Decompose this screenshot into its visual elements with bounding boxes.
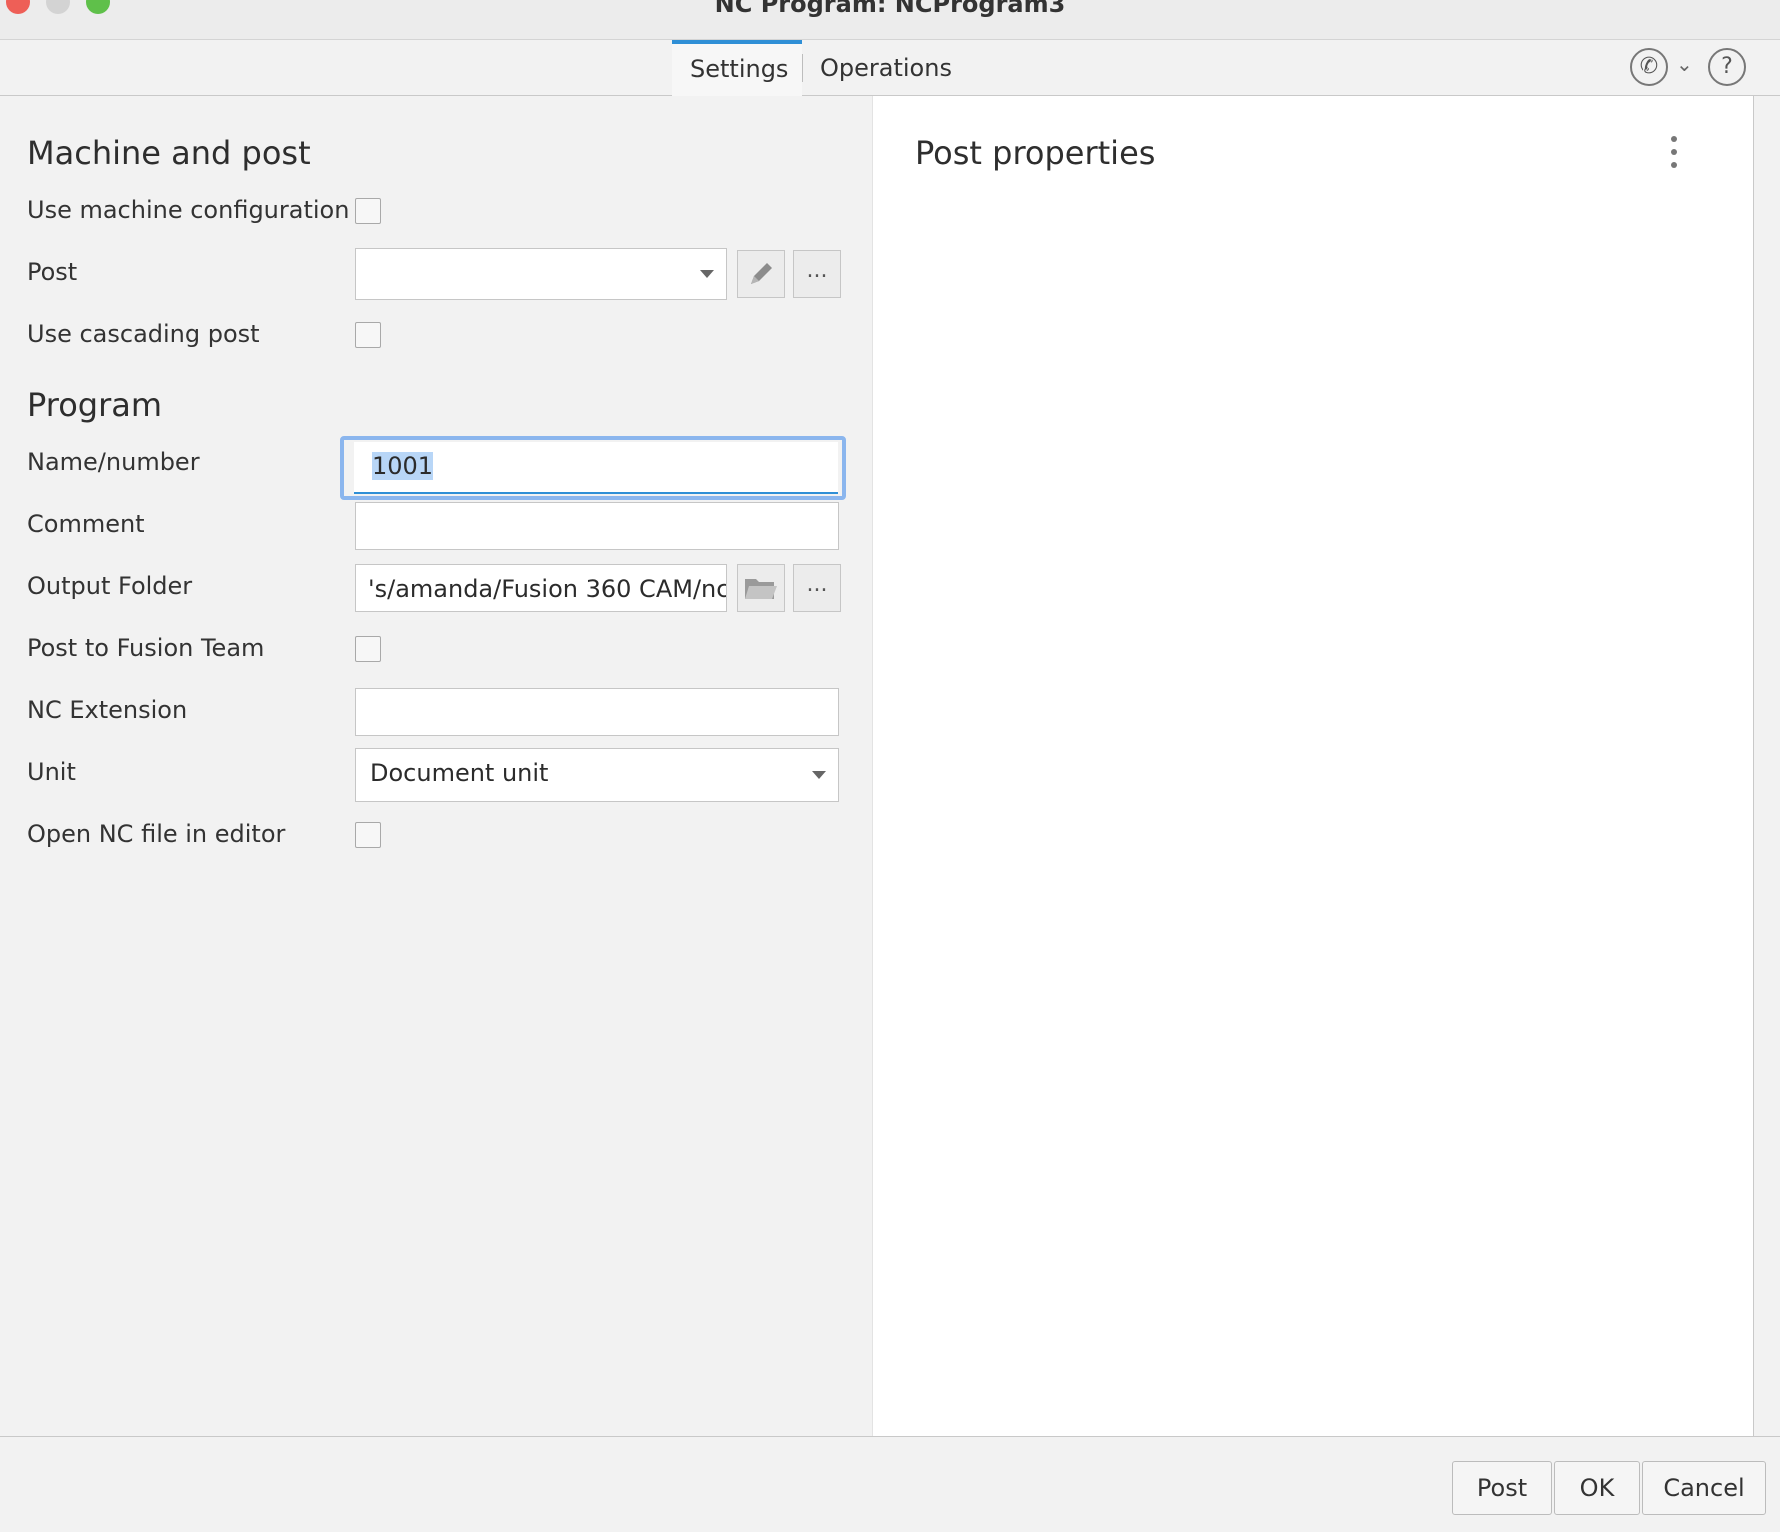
use-cascading-post-checkbox[interactable] xyxy=(355,322,381,348)
unit-select[interactable]: Document unit xyxy=(355,748,839,802)
unit-select-value: Document unit xyxy=(370,759,549,787)
post-properties-panel: Post properties xyxy=(872,96,1754,1436)
use-machine-configuration-checkbox[interactable] xyxy=(355,198,381,224)
name-number-label: Name/number xyxy=(27,448,200,476)
settings-panel: Machine and post Use machine configurati… xyxy=(0,96,872,1436)
chevron-down-icon xyxy=(700,270,714,278)
output-folder-label: Output Folder xyxy=(27,572,193,600)
nc-extension-label: NC Extension xyxy=(27,696,188,724)
post-to-fusion-team-checkbox[interactable] xyxy=(355,636,381,662)
post-select[interactable] xyxy=(355,248,727,300)
open-nc-file-in-editor-checkbox[interactable] xyxy=(355,822,381,848)
tab-settings[interactable]: Settings xyxy=(672,40,802,96)
dialog-footer: Post OK Cancel xyxy=(0,1436,1780,1532)
title-bar: NC Program: NCProgram3 xyxy=(0,0,1780,40)
window-title: NC Program: NCProgram3 xyxy=(714,0,1066,18)
output-folder-input[interactable]: 's/amanda/Fusion 360 CAM/nc xyxy=(355,564,727,612)
more-options-icon[interactable] xyxy=(1671,136,1681,175)
chevron-down-icon xyxy=(812,771,826,779)
post-label: Post xyxy=(27,258,78,286)
tab-bar: Settings Operations ✆ ⌄ ? xyxy=(0,40,1780,96)
chevron-down-icon[interactable]: ⌄ xyxy=(1676,52,1693,76)
post-to-fusion-team-label: Post to Fusion Team xyxy=(27,634,265,662)
comment-input[interactable] xyxy=(355,502,839,550)
tab-operations[interactable]: Operations xyxy=(802,40,970,96)
name-number-input[interactable]: 1001 xyxy=(354,442,838,494)
machine-and-post-heading: Machine and post xyxy=(27,134,311,172)
post-properties-heading: Post properties xyxy=(915,134,1156,172)
cancel-button[interactable]: Cancel xyxy=(1642,1461,1766,1515)
browse-output-folder-button[interactable]: ... xyxy=(793,564,841,612)
unit-label: Unit xyxy=(27,758,76,786)
nc-program-dialog: NC Program: NCProgram3 Settings Operatio… xyxy=(0,0,1780,1532)
nc-extension-input[interactable] xyxy=(355,688,839,736)
phone-icon[interactable]: ✆ xyxy=(1630,48,1668,86)
open-folder-button[interactable] xyxy=(737,564,785,612)
name-number-value: 1001 xyxy=(372,452,434,480)
browse-post-button[interactable]: ... xyxy=(793,250,841,298)
program-heading: Program xyxy=(27,386,163,424)
edit-post-button[interactable] xyxy=(737,250,785,298)
help-icon[interactable]: ? xyxy=(1708,48,1746,86)
comment-label: Comment xyxy=(27,510,145,538)
post-button[interactable]: Post xyxy=(1452,1461,1552,1515)
folder-icon xyxy=(745,579,777,599)
use-cascading-post-label: Use cascading post xyxy=(27,320,260,348)
use-machine-configuration-label: Use machine configuration xyxy=(27,196,350,224)
pencil-icon xyxy=(751,263,772,284)
open-nc-file-in-editor-label: Open NC file in editor xyxy=(27,820,286,848)
ok-button[interactable]: OK xyxy=(1554,1461,1640,1515)
